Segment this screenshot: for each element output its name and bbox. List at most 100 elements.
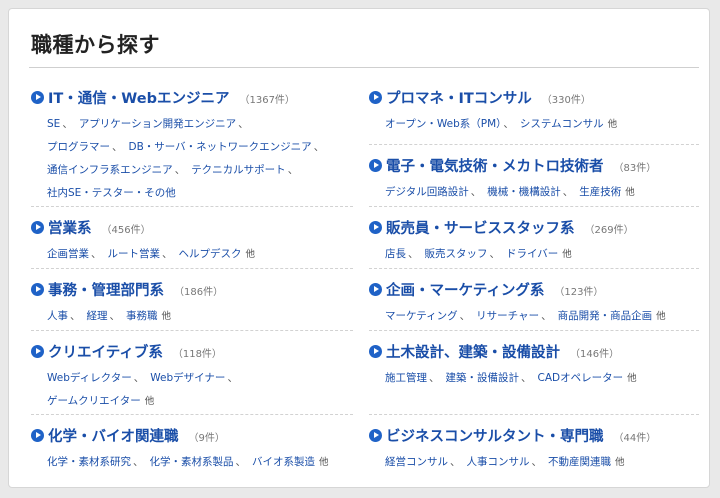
- category-heading: プロマネ・ITコンサル （330件）: [369, 87, 699, 109]
- subcategory-link[interactable]: システムコンサル: [520, 118, 604, 130]
- more-link[interactable]: 他: [625, 187, 635, 198]
- subcategory-link[interactable]: テクニカルサポート: [191, 164, 286, 176]
- category-link[interactable]: 企画・マーケティング系: [386, 279, 544, 300]
- subcategory-link[interactable]: 人事コンサル: [467, 456, 530, 468]
- subcategory-link[interactable]: デジタル回路設計: [385, 186, 469, 198]
- subcategory-link[interactable]: DB・サーバ・ネットワークエンジニア: [129, 141, 312, 153]
- subcategory-link[interactable]: 生産技術: [579, 186, 621, 198]
- category-count: （330件）: [541, 95, 591, 106]
- subcategory-link[interactable]: ルート営業: [108, 248, 161, 260]
- arrow-circle-icon: [369, 91, 382, 104]
- subcategory-link[interactable]: リサーチャー: [476, 310, 539, 322]
- subcategory-link[interactable]: CADオペレーター: [538, 372, 624, 384]
- category-card: ビジネスコンサルタント・専門職 （44件） 経営コンサル、人事コンサル、不動産関連職…: [369, 425, 699, 477]
- more-link[interactable]: 他: [145, 396, 155, 407]
- subcategory-line: 施工管理、建築・設備設計、 CADオペレーター他: [385, 367, 699, 390]
- more-link[interactable]: 他: [562, 249, 572, 260]
- subcategory-link[interactable]: 化学・素材系研究: [47, 456, 131, 468]
- subcategory-link[interactable]: 化学・素材系製品: [150, 456, 234, 468]
- subcategory-link[interactable]: ドライバー: [506, 248, 558, 260]
- category-heading: 販売員・サービススタッフ系 （269件）: [369, 217, 699, 239]
- category-link[interactable]: 土木設計、建築・設備設計: [386, 341, 560, 362]
- subcategory-list: Webディレクター、 Webデザイナー、ゲームクリエイター他: [31, 367, 353, 413]
- list-separator: 、: [109, 310, 121, 322]
- subcategory-link[interactable]: Webディレクター: [47, 372, 132, 384]
- subcategory-link[interactable]: 商品開発・商品企画: [558, 310, 653, 322]
- category-count: （118件）: [172, 349, 222, 360]
- list-separator: 、: [238, 118, 249, 130]
- more-link[interactable]: 他: [608, 119, 618, 130]
- category-link[interactable]: IT・通信・Webエンジニア: [48, 87, 229, 108]
- subcategory-link[interactable]: 事務職: [126, 310, 158, 322]
- category-link[interactable]: ビジネスコンサルタント・専門職: [386, 425, 604, 446]
- category-card: 事務・管理部門系 （186件） 人事、経理、事務職他: [31, 279, 353, 331]
- subcategory-link[interactable]: 施工管理: [385, 372, 427, 384]
- more-link[interactable]: 他: [615, 457, 625, 468]
- subcategory-link[interactable]: 経理: [87, 310, 108, 322]
- subcategory-link[interactable]: 不動産関連職: [548, 456, 611, 468]
- list-separator: 、: [429, 372, 440, 384]
- category-count: （83件）: [613, 163, 657, 174]
- category-heading: 電子・電気技術・メカトロ技術者 （83件）: [369, 155, 699, 177]
- category-link[interactable]: 事務・管理部門系: [48, 279, 164, 300]
- more-link[interactable]: 他: [319, 457, 329, 468]
- category-heading: ビジネスコンサルタント・専門職 （44件）: [369, 425, 699, 447]
- subcategory-link[interactable]: Webデザイナー: [150, 372, 225, 384]
- subcategory-link[interactable]: 社内SE・テスター・その他: [47, 187, 176, 199]
- category-link[interactable]: 販売員・サービススタッフ系: [386, 217, 575, 238]
- subcategory-link[interactable]: 通信インフラ系エンジニア: [47, 164, 173, 176]
- list-separator: 、: [174, 164, 186, 176]
- list-separator: 、: [562, 186, 574, 198]
- list-separator: 、: [112, 141, 123, 153]
- subcategory-link[interactable]: 建築・設備設計: [446, 372, 520, 384]
- list-separator: 、: [227, 372, 238, 384]
- category-count: （146件）: [570, 349, 620, 360]
- list-separator: 、: [287, 164, 299, 176]
- category-count: （1367件）: [239, 95, 295, 106]
- subcategory-line: 通信インフラ系エンジニア、テクニカルサポート、: [47, 159, 353, 182]
- subcategory-link[interactable]: バイオ系製造: [252, 456, 315, 468]
- job-category-panel: 職種から探す IT・通信・Webエンジニア （1367件） SE、アプリケーション開…: [8, 8, 710, 488]
- category-link[interactable]: 電子・電気技術・メカトロ技術者: [386, 155, 604, 176]
- subcategory-list: 店長、販売スタッフ、ドライバー他: [369, 243, 699, 266]
- subcategory-link[interactable]: 企画営業: [47, 248, 89, 260]
- more-link[interactable]: 他: [162, 311, 172, 322]
- category-link[interactable]: プロマネ・ITコンサル: [386, 87, 532, 108]
- more-link[interactable]: 他: [656, 311, 666, 322]
- subcategory-link[interactable]: 機械・機構設計: [487, 186, 561, 198]
- subcategory-list: 化学・素材系研究、化学・素材系製品、バイオ系製造他: [31, 451, 353, 474]
- list-separator: 、: [521, 372, 532, 384]
- category-card: 化学・バイオ関連職 （9件） 化学・素材系研究、化学・素材系製品、バイオ系製造他: [31, 425, 353, 477]
- category-card: 土木設計、建築・設備設計 （146件） 施工管理、建築・設備設計、 CADオペレーター…: [369, 341, 699, 415]
- list-separator: 、: [531, 456, 543, 468]
- subcategory-line: 化学・素材系研究、化学・素材系製品、バイオ系製造他: [47, 451, 353, 474]
- subcategory-link[interactable]: 販売スタッフ: [425, 248, 488, 260]
- category-link[interactable]: 化学・バイオ関連職: [48, 425, 179, 446]
- category-link[interactable]: 営業系: [48, 217, 92, 238]
- subcategory-line: 企画営業、ルート営業、ヘルプデスク他: [47, 243, 353, 266]
- list-separator: 、: [489, 248, 501, 260]
- subcategory-line: 店長、販売スタッフ、ドライバー他: [385, 243, 699, 266]
- subcategory-list: マーケティング、リサーチャー、商品開発・商品企画他: [369, 305, 699, 328]
- subcategory-link[interactable]: ゲームクリエイター: [47, 395, 141, 407]
- category-link[interactable]: クリエイティブ系: [48, 341, 163, 362]
- subcategory-link[interactable]: アプリケーション開発エンジニア: [79, 118, 236, 130]
- list-separator: 、: [62, 118, 73, 130]
- arrow-circle-icon: [369, 429, 382, 442]
- more-link[interactable]: 他: [627, 373, 637, 384]
- arrow-circle-icon: [31, 283, 44, 296]
- arrow-circle-icon: [31, 91, 44, 104]
- category-heading: 企画・マーケティング系 （123件）: [369, 279, 699, 301]
- subcategory-link[interactable]: SE: [47, 118, 60, 130]
- category-heading: 事務・管理部門系 （186件）: [31, 279, 353, 301]
- subcategory-line: デジタル回路設計、機械・機構設計、生産技術他: [385, 181, 699, 204]
- subcategory-link[interactable]: 店長: [385, 248, 406, 260]
- subcategory-link[interactable]: 経営コンサル: [385, 456, 448, 468]
- subcategory-link[interactable]: マーケティング: [385, 310, 458, 322]
- subcategory-link[interactable]: オープン・Web系（PM）: [385, 118, 501, 130]
- subcategory-link[interactable]: 人事: [47, 310, 68, 322]
- more-link[interactable]: 他: [246, 249, 256, 260]
- subcategory-link[interactable]: ヘルプデスク: [179, 248, 242, 260]
- arrow-circle-icon: [31, 221, 44, 234]
- subcategory-link[interactable]: プログラマー: [47, 141, 110, 153]
